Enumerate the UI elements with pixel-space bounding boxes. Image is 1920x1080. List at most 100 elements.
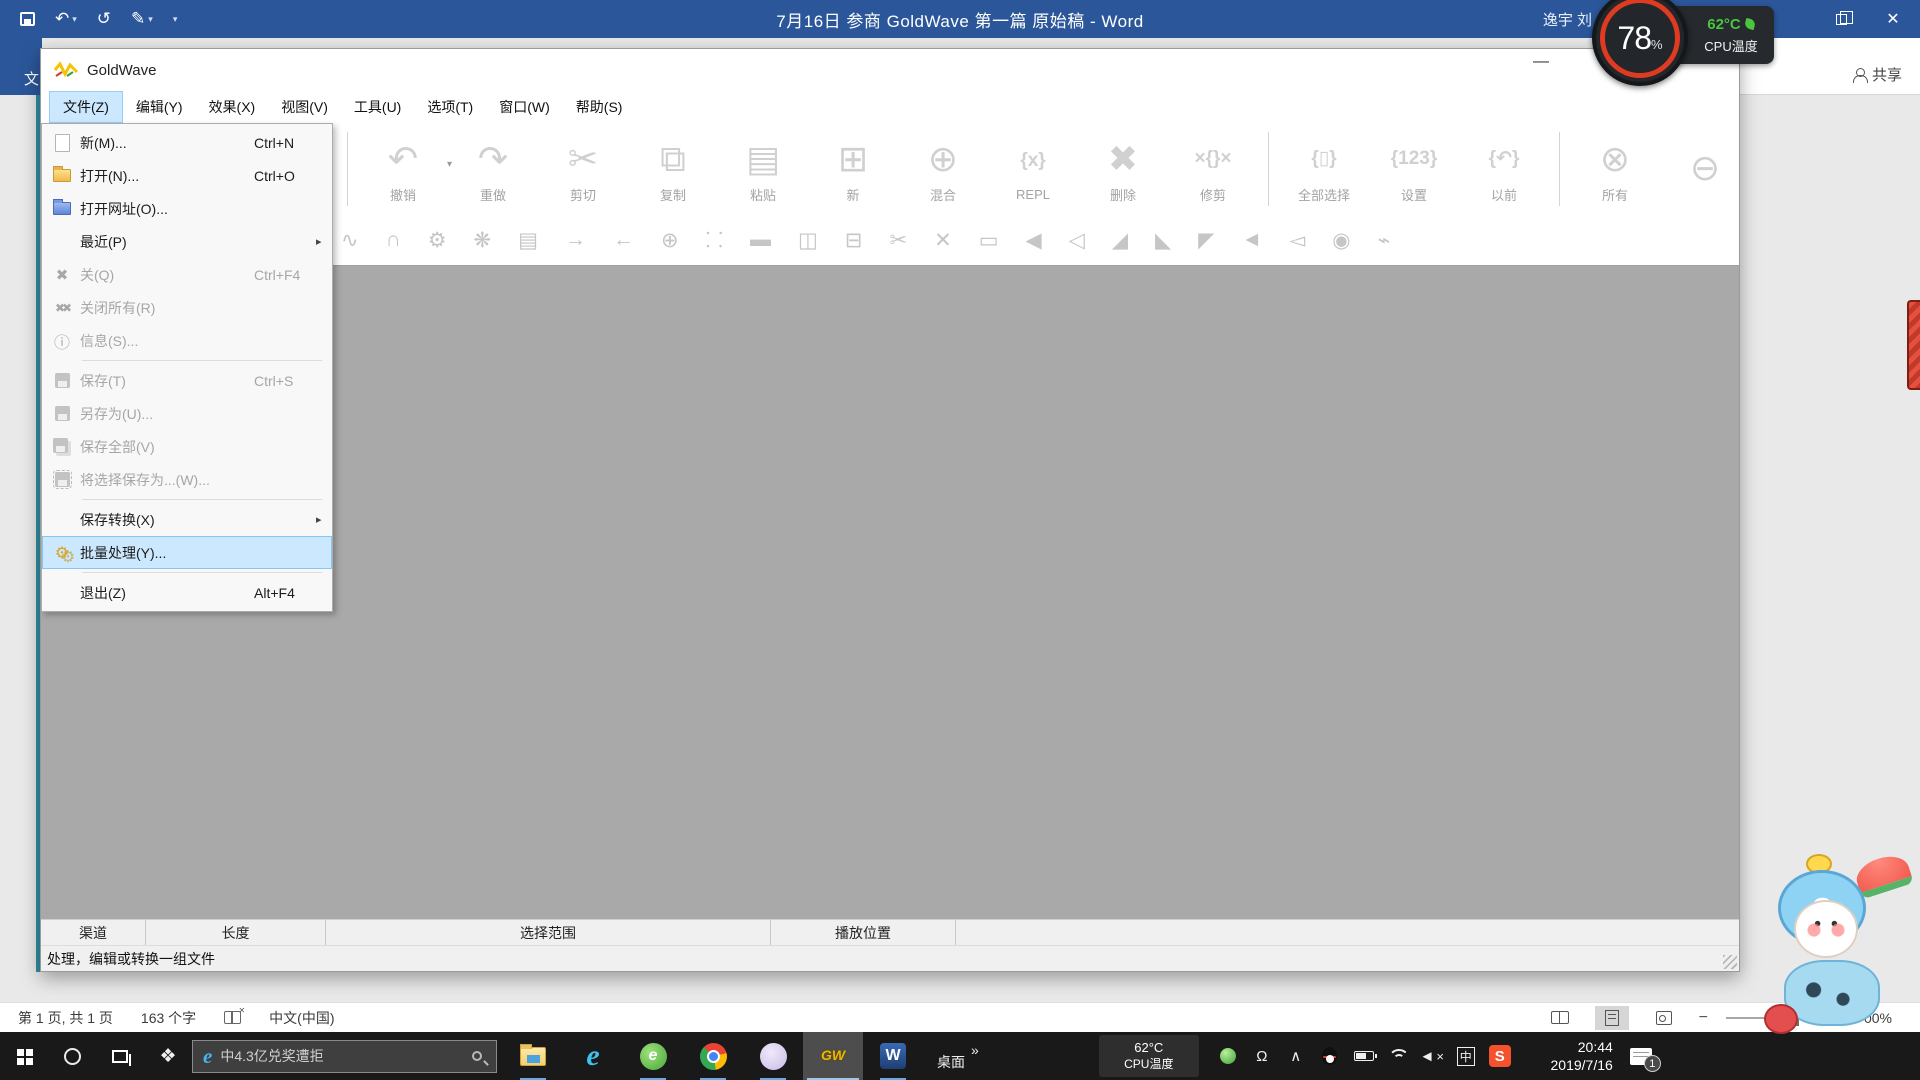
resize-grip[interactable] <box>1723 955 1737 969</box>
effect-tool-icon[interactable]: ▤ <box>518 228 538 253</box>
effect-tool-icon[interactable]: ◅ <box>1289 228 1305 253</box>
tray-icon[interactable] <box>1313 1032 1347 1080</box>
menu-item[interactable]: ✖ 关(Q) Ctrl+F4 <box>42 258 332 291</box>
effect-tool-icon[interactable]: ◄ <box>1241 228 1262 252</box>
toolbar-button[interactable]: ↷ 重做 <box>448 135 538 204</box>
toolbar-button[interactable]: ⊕ 混合 <box>898 135 988 204</box>
menubar-item[interactable]: 帮助(S) <box>563 91 636 123</box>
effect-tool-icon[interactable]: ❋ <box>474 228 492 253</box>
effect-tool-icon[interactable]: ◣ <box>1155 228 1171 253</box>
menu-item[interactable]: 新(M)... Ctrl+N <box>42 126 332 159</box>
goldwave-titlebar[interactable]: GoldWave — <box>41 49 1739 91</box>
taskbar-app-button[interactable] <box>683 1032 743 1080</box>
language-indicator[interactable]: 中文(中国) <box>269 1008 334 1028</box>
taskbar-app-button[interactable]: e <box>563 1032 623 1080</box>
toolbar-button[interactable]: ▤ 粘贴 <box>718 135 808 204</box>
menubar-item[interactable]: 窗口(W) <box>486 91 563 123</box>
toolbar-button[interactable]: ⧉ 复制 <box>628 135 718 204</box>
print-layout-button[interactable] <box>1595 1006 1629 1030</box>
effect-tool-icon[interactable]: ← <box>613 228 634 252</box>
tray-icon[interactable] <box>1211 1032 1245 1080</box>
menubar-item[interactable]: 编辑(Y) <box>123 91 196 123</box>
tray-icon[interactable]: ∧ <box>1279 1032 1313 1080</box>
web-layout-button[interactable] <box>1647 1006 1681 1030</box>
effect-tool-icon[interactable]: → <box>565 228 586 252</box>
menu-item[interactable]: 打开(N)... Ctrl+O <box>42 159 332 192</box>
taskbar-clock[interactable]: 20:44 2019/7/16 <box>1527 1038 1613 1074</box>
tray-icon[interactable]: S <box>1483 1032 1517 1080</box>
menubar-item[interactable]: 视图(V) <box>268 91 341 123</box>
menu-item[interactable]: 另存为(U)... <box>42 397 332 430</box>
start-button[interactable] <box>0 1032 48 1080</box>
effect-tool-icon[interactable]: ⊕ <box>661 228 679 253</box>
tray-icon[interactable]: Ω <box>1245 1032 1279 1080</box>
effect-tool-icon[interactable]: ⚙ <box>428 228 447 253</box>
taskbar-app-button[interactable]: e <box>623 1032 683 1080</box>
toolbar-button[interactable]: ↶ 撤销 ▾ <box>358 135 448 204</box>
taskbar-app-button[interactable]: W <box>863 1032 923 1080</box>
tray-icon[interactable]: 中 <box>1449 1032 1483 1080</box>
notification-center-button[interactable]: 1 <box>1613 1032 1669 1080</box>
cortana-button[interactable] <box>48 1032 96 1080</box>
effect-tool-icon[interactable]: ∿ <box>341 228 359 253</box>
restore-button[interactable] <box>1816 0 1866 38</box>
menu-item[interactable]: 将选择保存为...(W)... <box>42 463 332 496</box>
toolbar-button[interactable]: ×{}× 修剪 <box>1168 135 1258 204</box>
menu-item[interactable]: ⓘ 信息(S)... <box>42 324 332 357</box>
effect-tool-icon[interactable]: ⌁ <box>1378 228 1391 253</box>
menu-item[interactable]: 最近(P) ▸ <box>42 225 332 258</box>
effect-tool-icon[interactable]: ▬ <box>750 228 771 252</box>
signed-in-user[interactable]: 逸宇 刘 <box>1543 9 1592 30</box>
menubar-item[interactable]: 工具(U) <box>341 91 414 123</box>
toolbar-button[interactable]: ⊖ <box>1660 144 1740 194</box>
menubar-item[interactable]: 文件(Z) <box>49 91 123 123</box>
toolbar-button[interactable]: {123} 设置 <box>1369 135 1459 204</box>
menu-item[interactable]: 打开网址(O)... <box>42 192 332 225</box>
toolbar-button[interactable]: {x} REPL <box>988 137 1078 202</box>
toolbar-button[interactable]: ⊞ 新 <box>808 135 898 204</box>
menu-item[interactable]: 保存(T) Ctrl+S <box>42 364 332 397</box>
menubar-item[interactable]: 选项(T) <box>414 91 486 123</box>
toolbar-button[interactable]: {▯} 全部选择 <box>1279 135 1369 204</box>
taskbar-app-button[interactable]: GW <box>803 1032 863 1080</box>
taskbar-cpu-temp-badge[interactable]: 62°C CPU温度 <box>1099 1035 1199 1077</box>
toolbar-button[interactable] <box>1559 132 1560 206</box>
menu-item[interactable]: ✖✖ 关闭所有(R) <box>42 291 332 324</box>
menu-item[interactable]: 退出(Z) Alt+F4 <box>42 576 332 609</box>
effect-tool-icon[interactable]: ◉ <box>1332 228 1350 253</box>
taskbar-app-button[interactable] <box>503 1032 563 1080</box>
menu-item[interactable] <box>42 357 332 364</box>
toolbar-button[interactable]: {↶} 以前 <box>1459 135 1549 204</box>
effect-tool-icon[interactable]: ✕ <box>934 228 952 253</box>
effect-tool-icon[interactable]: ◀ <box>1026 228 1042 253</box>
effect-tool-icon[interactable]: ▭ <box>979 228 999 253</box>
page-indicator[interactable]: 第 1 页, 共 1 页 <box>18 1008 113 1028</box>
overflow-chevron-icon[interactable]: » <box>971 1042 979 1058</box>
effect-tool-icon[interactable]: ◁ <box>1069 228 1085 253</box>
tray-icon[interactable] <box>1347 1032 1381 1080</box>
goldwave-minimize-button[interactable]: — <box>1521 53 1561 71</box>
menu-item[interactable] <box>42 569 332 576</box>
toolbar-button[interactable]: ⊗ 所有 <box>1570 135 1660 204</box>
effect-tool-icon[interactable]: ◫ <box>798 228 818 253</box>
menu-item[interactable]: 保存转换(X) ▸ <box>42 503 332 536</box>
toolbar-button[interactable]: ✖ 删除 <box>1078 135 1168 204</box>
share-button[interactable]: 共享 <box>1853 64 1902 85</box>
tray-icon[interactable]: ◄ <box>1415 1032 1449 1080</box>
taskbar-search-box[interactable]: e 中4.3亿兑奖遭拒 <box>192 1040 497 1073</box>
menu-item[interactable]: ⚙ 批量处理(Y)... <box>42 536 332 569</box>
effect-tool-icon[interactable]: ◤ <box>1198 228 1214 253</box>
sogou-pinwheel-button[interactable]: ❖ <box>144 1032 192 1080</box>
close-button[interactable]: ✕ <box>1868 0 1918 38</box>
zoom-out-button[interactable]: − <box>1699 1009 1708 1027</box>
toolbar-button[interactable] <box>1268 132 1269 206</box>
word-count[interactable]: 163 个字 <box>141 1008 196 1028</box>
taskbar-app-button[interactable] <box>743 1032 803 1080</box>
menubar-item[interactable]: 效果(X) <box>196 91 269 123</box>
effect-tool-icon[interactable]: ◢ <box>1112 228 1128 253</box>
desktop-toolbar[interactable]: 桌面 » <box>937 1040 979 1072</box>
effect-tool-icon[interactable]: ∩ <box>386 228 401 252</box>
proofing-errors-icon[interactable] <box>224 1011 241 1024</box>
toolbar-button[interactable]: ✂ 剪切 <box>538 135 628 204</box>
effect-tool-icon[interactable]: ✂ <box>889 228 907 253</box>
